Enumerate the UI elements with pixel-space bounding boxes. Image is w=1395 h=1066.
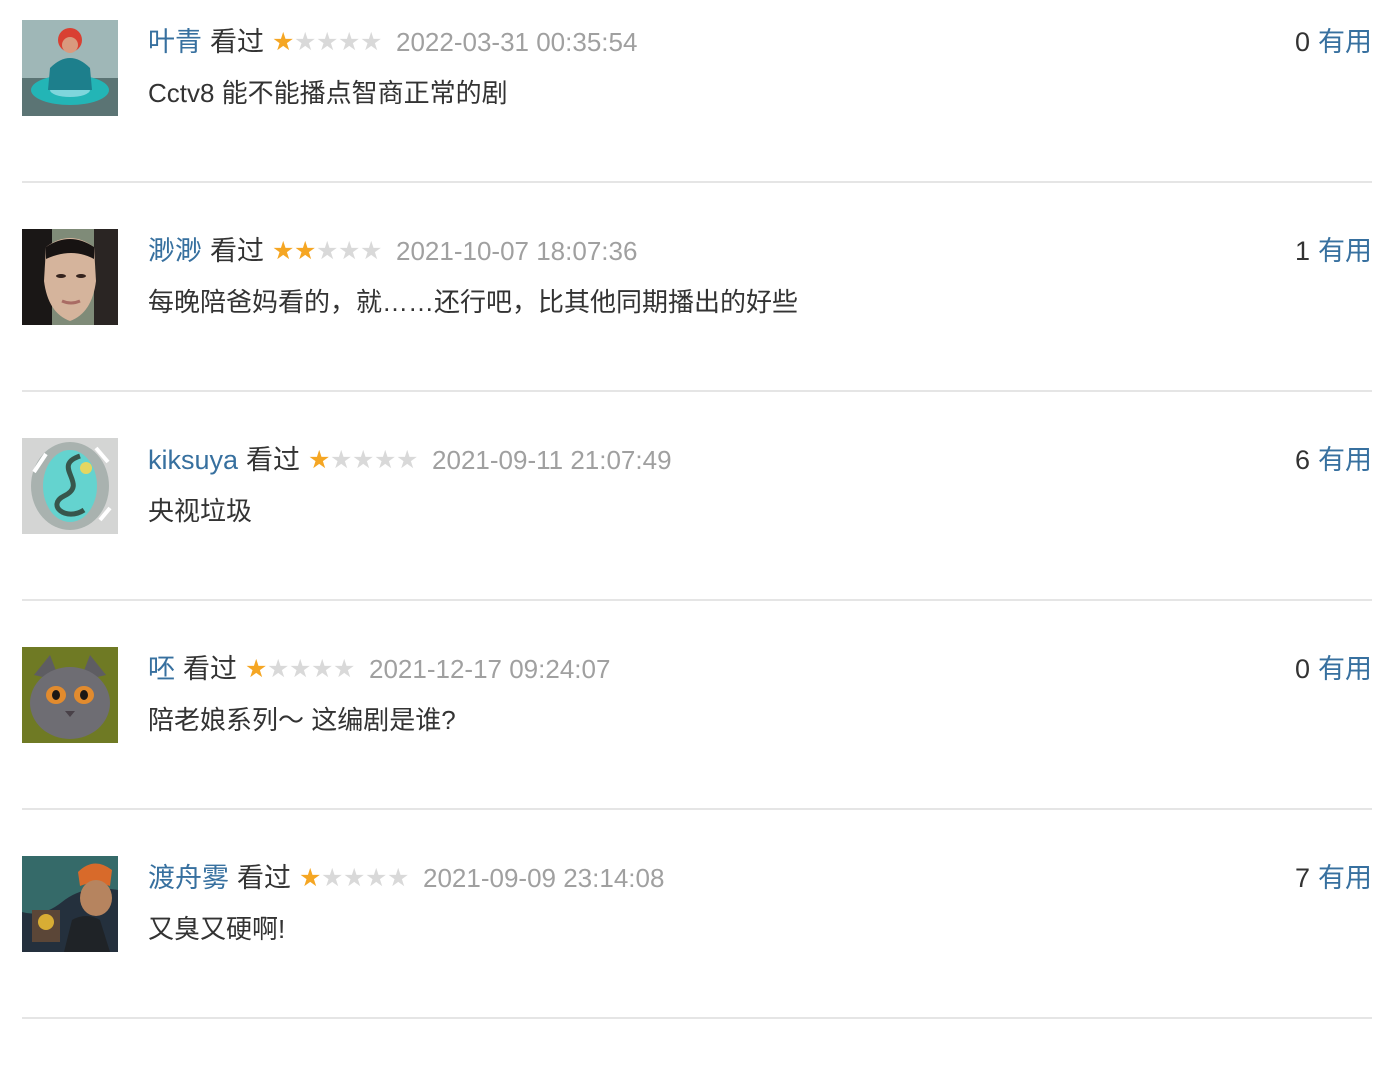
comment-text: Cctv8 能不能播点智商正常的剧 (148, 78, 508, 108)
comment-item: 呸 看过 ★ ★ ★ ★ ★ 2021-12-17 09:24:07 0 有用 … (22, 647, 1372, 810)
useful-button[interactable]: 有用 (1318, 651, 1372, 687)
star-empty-icon: ★ (289, 655, 312, 683)
useful-count: 0 (1294, 654, 1310, 684)
star-filled-icon: ★ (245, 655, 268, 683)
useful-button[interactable]: 有用 (1318, 24, 1372, 60)
avatar-image (22, 438, 118, 534)
avatar[interactable] (22, 229, 118, 325)
star-empty-icon: ★ (396, 446, 419, 474)
watch-status: 看过 (210, 236, 264, 266)
star-empty-icon: ★ (360, 237, 383, 265)
avatar-image (22, 856, 118, 952)
comment-list: 叶青 看过 ★ ★ ★ ★ ★ 2022-03-31 00:35:54 0 有用… (0, 0, 1395, 1066)
comment-time: 2021-09-11 21:07:49 (432, 445, 672, 475)
avatar[interactable] (22, 438, 118, 534)
watch-status: 看过 (210, 27, 264, 57)
comment-item: 渺渺 看过 ★ ★ ★ ★ ★ 2021-10-07 18:07:36 1 有用… (22, 229, 1372, 392)
useful-vote: 7 有用 (1295, 860, 1372, 896)
star-empty-icon: ★ (338, 237, 361, 265)
star-empty-icon: ★ (343, 864, 366, 892)
comment-text: 每晚陪爸妈看的，就……还行吧，比其他同期播出的好些 (148, 287, 799, 317)
star-empty-icon: ★ (365, 864, 388, 892)
useful-vote: 0 有用 (1295, 651, 1372, 687)
comment-time: 2021-09-09 23:14:08 (423, 863, 665, 893)
avatar[interactable] (22, 20, 118, 116)
comment-text: 又臭又硬啊! (148, 914, 286, 944)
useful-count: 0 (1294, 27, 1310, 57)
star-empty-icon: ★ (374, 446, 397, 474)
star-rating: ★ ★ ★ ★ ★ (245, 655, 356, 683)
star-filled-icon: ★ (272, 28, 295, 56)
comment-meta: 渡舟雾 看过 ★ ★ ★ ★ ★ 2021-09-09 23:14:08 (148, 860, 664, 896)
useful-button[interactable]: 有用 (1318, 860, 1372, 896)
star-empty-icon: ★ (330, 446, 353, 474)
useful-vote: 0 有用 (1295, 24, 1372, 60)
watch-status: 看过 (183, 654, 237, 684)
useful-vote: 6 有用 (1295, 442, 1372, 478)
star-filled-icon: ★ (294, 237, 317, 265)
comment-text: 陪老娘系列～ 这编剧是谁? (148, 705, 456, 735)
username-link[interactable]: 渺渺 (148, 233, 202, 269)
comment-item: 渡舟雾 看过 ★ ★ ★ ★ ★ 2021-09-09 23:14:08 7 有… (22, 856, 1372, 1019)
comment-time: 2021-12-17 09:24:07 (369, 654, 611, 684)
comment-meta: kiksuya 看过 ★ ★ ★ ★ ★ 2021-09-11 21:07:49 (148, 442, 672, 478)
star-empty-icon: ★ (387, 864, 410, 892)
watch-status: 看过 (237, 863, 291, 893)
star-filled-icon: ★ (272, 237, 295, 265)
star-empty-icon: ★ (294, 28, 317, 56)
comment-meta: 叶青 看过 ★ ★ ★ ★ ★ 2022-03-31 00:35:54 (148, 24, 637, 60)
star-empty-icon: ★ (333, 655, 356, 683)
star-empty-icon: ★ (321, 864, 344, 892)
username-link[interactable]: kiksuya (148, 442, 238, 478)
star-filled-icon: ★ (299, 864, 322, 892)
star-empty-icon: ★ (338, 28, 361, 56)
useful-button[interactable]: 有用 (1318, 442, 1372, 478)
avatar[interactable] (22, 647, 118, 743)
star-rating: ★ ★ ★ ★ ★ (299, 864, 410, 892)
avatar-image (22, 647, 118, 743)
username-link[interactable]: 呸 (148, 651, 175, 687)
useful-count: 7 (1294, 863, 1310, 893)
comment-item: 叶青 看过 ★ ★ ★ ★ ★ 2022-03-31 00:35:54 0 有用… (22, 20, 1372, 183)
star-rating: ★ ★ ★ ★ ★ (272, 28, 383, 56)
useful-count: 6 (1294, 445, 1310, 475)
comment-time: 2022-03-31 00:35:54 (396, 27, 638, 57)
comment-time: 2021-10-07 18:07:36 (396, 236, 638, 266)
star-empty-icon: ★ (267, 655, 290, 683)
star-empty-icon: ★ (311, 655, 334, 683)
avatar-image (22, 20, 118, 116)
star-rating: ★ ★ ★ ★ ★ (308, 446, 419, 474)
comment-meta: 渺渺 看过 ★ ★ ★ ★ ★ 2021-10-07 18:07:36 (148, 233, 637, 269)
avatar-image (22, 229, 118, 325)
watch-status: 看过 (246, 445, 301, 475)
comment-meta: 呸 看过 ★ ★ ★ ★ ★ 2021-12-17 09:24:07 (148, 651, 610, 687)
star-empty-icon: ★ (316, 237, 339, 265)
comment-text: 央视垃圾 (148, 496, 253, 526)
star-empty-icon: ★ (352, 446, 375, 474)
comment-item: kiksuya 看过 ★ ★ ★ ★ ★ 2021-09-11 21:07:49… (22, 438, 1372, 601)
avatar[interactable] (22, 856, 118, 952)
useful-vote: 1 有用 (1295, 233, 1372, 269)
star-filled-icon: ★ (308, 446, 331, 474)
star-rating: ★ ★ ★ ★ ★ (272, 237, 383, 265)
useful-button[interactable]: 有用 (1318, 233, 1372, 269)
star-empty-icon: ★ (360, 28, 383, 56)
username-link[interactable]: 叶青 (148, 24, 202, 60)
star-empty-icon: ★ (316, 28, 339, 56)
useful-count: 1 (1294, 236, 1310, 266)
username-link[interactable]: 渡舟雾 (148, 860, 229, 896)
